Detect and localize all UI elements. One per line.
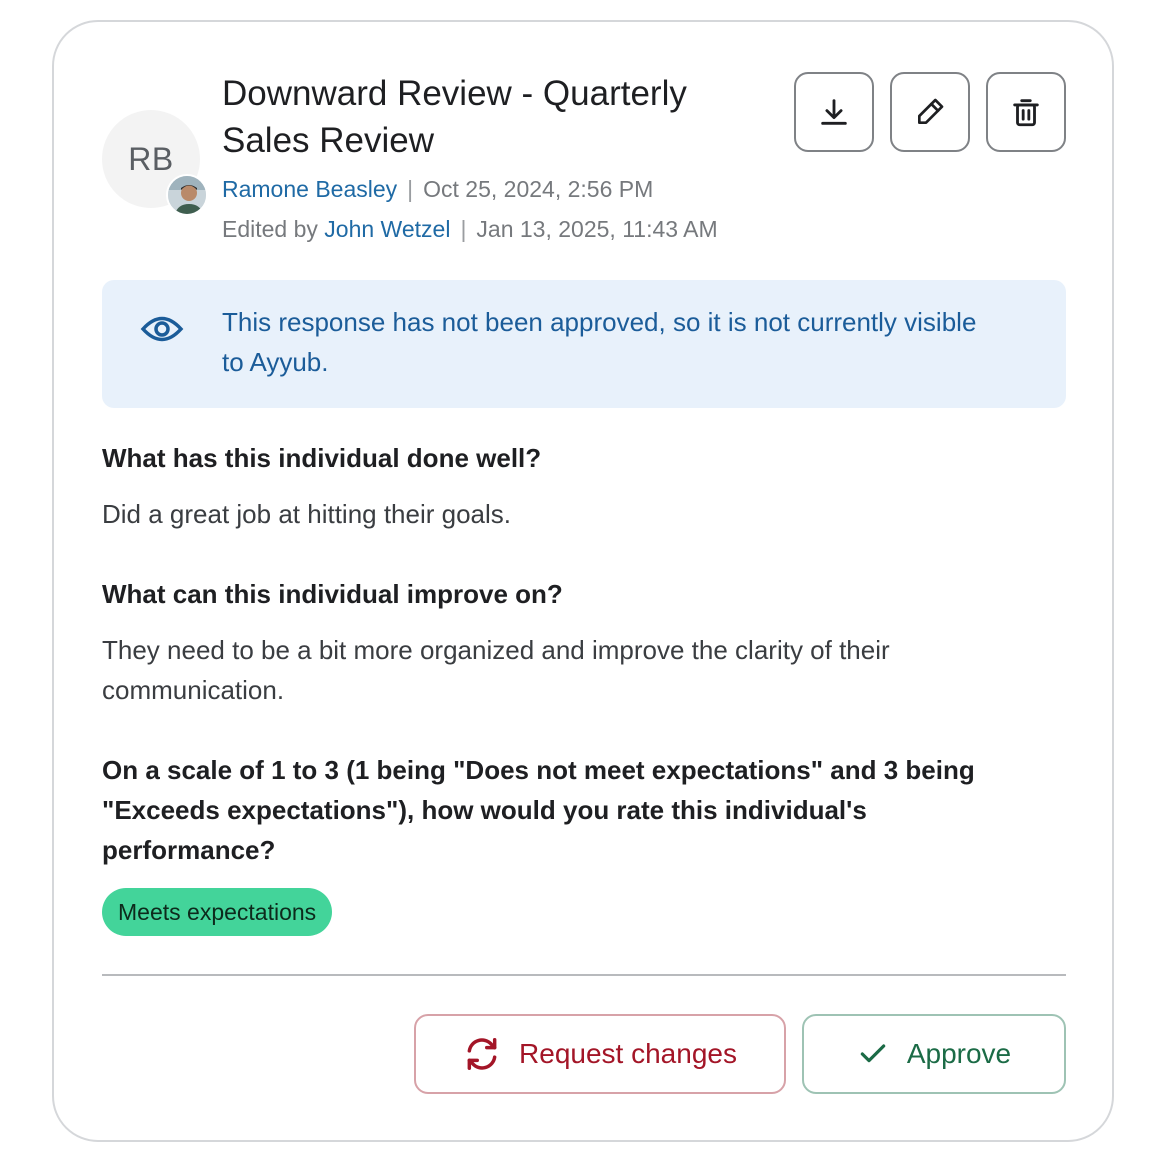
delete-button[interactable] (986, 72, 1066, 152)
question-3: On a scale of 1 to 3 (1 being "Does not … (102, 755, 975, 865)
edited-timestamp: Jan 13, 2025, 11:43 AM (476, 216, 718, 242)
edit-button[interactable] (890, 72, 970, 152)
trash-icon (1013, 99, 1039, 127)
review-card: RB Downward Review - Quarterly Sales Rev… (52, 20, 1114, 1142)
meta-separator: | (460, 216, 467, 242)
review-title: Downward Review - Quarterly Sales Review (222, 74, 687, 160)
request-changes-label: Request changes (519, 1038, 737, 1069)
eye-icon (140, 316, 184, 342)
refresh-icon (467, 1038, 497, 1070)
banner-text: This response has not been approved, so … (222, 307, 977, 377)
approve-button[interactable]: Approve (802, 1014, 1066, 1094)
question-2: What can this individual improve on? (102, 579, 563, 609)
author-line: Ramone Beasley | Oct 25, 2024, 2:56 PM (222, 176, 653, 203)
meta-separator: | (407, 176, 414, 202)
check-icon (860, 1044, 886, 1063)
approval-banner: This response has not been approved, so … (102, 280, 1066, 408)
avatar-initials: RB (128, 140, 174, 177)
editor-link[interactable]: John Wetzel (324, 216, 450, 242)
author-link[interactable]: Ramone Beasley (222, 176, 397, 202)
pencil-icon (918, 98, 944, 124)
download-button[interactable] (794, 72, 874, 152)
rating-badge: Meets expectations (102, 888, 333, 936)
edited-prefix: Edited by (222, 216, 318, 242)
answer-1: Did a great job at hitting their goals. (102, 499, 512, 529)
divider (102, 974, 1066, 976)
person-photo-icon (168, 176, 206, 214)
download-icon (821, 99, 847, 125)
created-timestamp: Oct 25, 2024, 2:56 PM (423, 176, 654, 202)
author-photo (166, 174, 208, 216)
edited-line: Edited by John Wetzel | Jan 13, 2025, 11:4… (222, 216, 718, 243)
question-1: What has this individual done well? (102, 443, 542, 473)
request-changes-button[interactable]: Request changes (414, 1014, 786, 1094)
approve-label: Approve (906, 1038, 1012, 1069)
answer-2: They need to be a bit more organized and… (102, 635, 890, 705)
